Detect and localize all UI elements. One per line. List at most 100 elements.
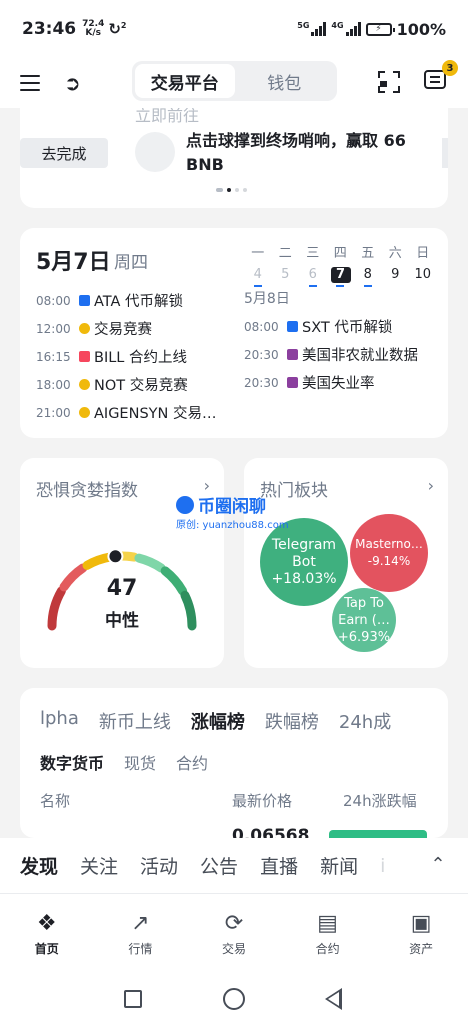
event-time: 20:30 [244, 347, 279, 362]
coin-icon [79, 323, 90, 334]
tab-wallet[interactable]: 钱包 [235, 64, 335, 98]
chart-icon: ↗ [131, 910, 150, 936]
futures-icon: ▤ [317, 910, 338, 936]
nav-label: 资产 [409, 942, 434, 956]
sector-bubble-tap-to-earn[interactable]: Tap To Earn (… +6.93% [332, 588, 396, 652]
nav-label: 交易 [221, 942, 246, 956]
market-subtab[interactable]: 数字货币 [40, 750, 104, 774]
column-change[interactable]: 24h涨跌幅 [343, 790, 417, 811]
profile-link-icon[interactable]: ➲ [64, 71, 81, 95]
weekday-4[interactable]: 一4 [244, 242, 272, 287]
event-marker [253, 285, 262, 287]
promo-text[interactable]: 点击球撑到终场哨响，赢取 66 BNB [186, 129, 446, 177]
feed-tab[interactable]: 发现 [20, 852, 58, 879]
calendar-event[interactable]: 20:30 美国非农就业数据 [244, 344, 418, 365]
market-tab[interactable]: 涨幅榜 [191, 708, 245, 734]
lock-icon [287, 321, 298, 332]
event-title: 交易竞赛 [94, 322, 152, 338]
weekday-label: 四 [333, 246, 347, 261]
sector-bubble-telegram-bot[interactable]: Telegram Bot +18.03% [260, 518, 348, 606]
event-time: 20:30 [244, 375, 279, 390]
event-title: BILL 合约上线 [94, 350, 187, 366]
event-marker [308, 285, 317, 287]
nav-label: 合约 [315, 942, 340, 956]
event-marker [363, 285, 372, 287]
calendar-event[interactable]: 21:00 AIGENSYN 交易… [36, 402, 216, 423]
weekday-date: 5 [281, 267, 290, 282]
calendar-event[interactable]: 08:00 SXT 代币解锁 [244, 316, 392, 337]
event-title: ATA 代币解锁 [94, 294, 184, 310]
event-calendar[interactable]: 5月7日 周四 一 4 二 5 三 6 四 7 五 8 六 9 日 10 5月8日 08:00 ATA 代币… [20, 228, 448, 438]
calendar-event[interactable]: 08:00 ATA 代币解锁 [36, 290, 183, 311]
market-tab[interactable]: lpha [40, 708, 79, 734]
market-subtab[interactable]: 现货 [124, 750, 156, 774]
weekday-5[interactable]: 二5 [272, 242, 300, 287]
complete-task-button[interactable]: 去完成 [20, 138, 108, 168]
hot-sectors-card[interactable]: 热门板块 › Telegram Bot +18.03% Masterno… -9… [244, 458, 448, 668]
gauge-indicator [107, 548, 124, 565]
market-tab[interactable]: 新币上线 [99, 708, 171, 734]
tab-exchange[interactable]: 交易平台 [135, 64, 235, 98]
calendar-event[interactable]: 20:30 美国失业率 [244, 372, 375, 393]
recent-apps-icon[interactable] [124, 990, 142, 1008]
market-tab[interactable]: 跌幅榜 [265, 708, 319, 734]
promo-banner[interactable]: 立即前往 去完成 点击球撑到终场哨响，赢取 66 BNB [20, 108, 448, 208]
weekday-9[interactable]: 六9 [382, 242, 410, 287]
signal-4g-icon: 4G [331, 21, 361, 36]
market-subtab[interactable]: 合约 [176, 750, 208, 774]
menu-icon[interactable] [20, 75, 40, 91]
feed-tab[interactable]: 公告 [200, 852, 238, 879]
weekday-date: 9 [391, 267, 400, 282]
sync-icon: ↻2 [108, 20, 127, 38]
next-date: 5月8日 [244, 291, 290, 307]
feed-tab[interactable]: 关注 [80, 852, 118, 879]
calendar-event[interactable]: 12:00 交易竞赛 [36, 318, 152, 339]
status-time: 23:46 [22, 19, 77, 39]
weekday-10[interactable]: 日 10 [409, 242, 437, 287]
weekday-7[interactable]: 四7 [327, 242, 355, 287]
chevron-up-icon[interactable]: ⌃ [426, 848, 450, 880]
nav-wallet[interactable]: ▣ 资产 [374, 894, 468, 966]
calendar-event[interactable]: 16:15 BILL 合约上线 [36, 346, 187, 367]
sector-bubble-masternode[interactable]: Masterno… -9.14% [350, 514, 428, 592]
bank-icon [287, 349, 298, 360]
weekday-6[interactable]: 三6 [299, 242, 327, 287]
nav-home[interactable]: ❖ 首页 [0, 894, 94, 966]
network-speed: 72.4 K/s [82, 19, 105, 38]
market-tab[interactable]: 24h成 [339, 708, 391, 734]
feed-tab[interactable]: i [380, 855, 385, 877]
first-row-price: 0.06568 [232, 826, 310, 838]
weekday-8[interactable]: 五8 [354, 242, 382, 287]
column-price[interactable]: 最新价格 [232, 790, 292, 811]
nav-futures[interactable]: ▤ 合约 [281, 894, 375, 966]
feed-tab[interactable]: 活动 [140, 852, 178, 879]
wallet-icon: ▣ [410, 910, 432, 936]
trade-icon: ⟳ [224, 910, 244, 936]
back-icon[interactable] [325, 988, 342, 1010]
message-badge: 3 [442, 60, 458, 76]
weekday-label: 一 [251, 246, 265, 261]
nav-trade[interactable]: ⟳ 交易 [187, 894, 281, 966]
fear-greed-gauge [47, 548, 197, 631]
nav-chart[interactable]: ↗ 行情 [94, 894, 188, 966]
scan-icon[interactable] [378, 71, 400, 93]
signal-5g-icon: 5G [297, 21, 327, 36]
feed-tab[interactable]: 直播 [260, 852, 298, 879]
platform-switch: 交易平台 钱包 [132, 61, 337, 101]
status-bar: 23:46 72.4 K/s ↻2 5G 4G ⚡ 100% [0, 0, 468, 58]
column-name[interactable]: 名称 [40, 790, 70, 811]
top-nav: ➲ 交易平台 钱包 3 [0, 58, 468, 108]
fear-greed-card[interactable]: 恐惧贪婪指数 › 47 中性 [20, 458, 224, 668]
bottom-nav: ❖ 首页 ↗ 行情 ⟳ 交易 ▤ 合约 ▣ 资产 [0, 894, 468, 966]
event-time: 12:00 [36, 321, 71, 336]
first-row-change-badge [329, 830, 427, 838]
weekday-date: 6 [308, 267, 317, 282]
event-time: 08:00 [244, 319, 279, 334]
weekday-date: 7 [330, 267, 351, 283]
home-icon: ❖ [36, 910, 57, 936]
home-button-icon[interactable] [223, 988, 245, 1010]
calendar-event[interactable]: 18:00 NOT 交易竞赛 [36, 374, 188, 395]
promo-avatar [135, 132, 175, 172]
feed-tab[interactable]: 新闻 [320, 852, 358, 879]
chevron-right-icon[interactable]: › [428, 476, 434, 495]
